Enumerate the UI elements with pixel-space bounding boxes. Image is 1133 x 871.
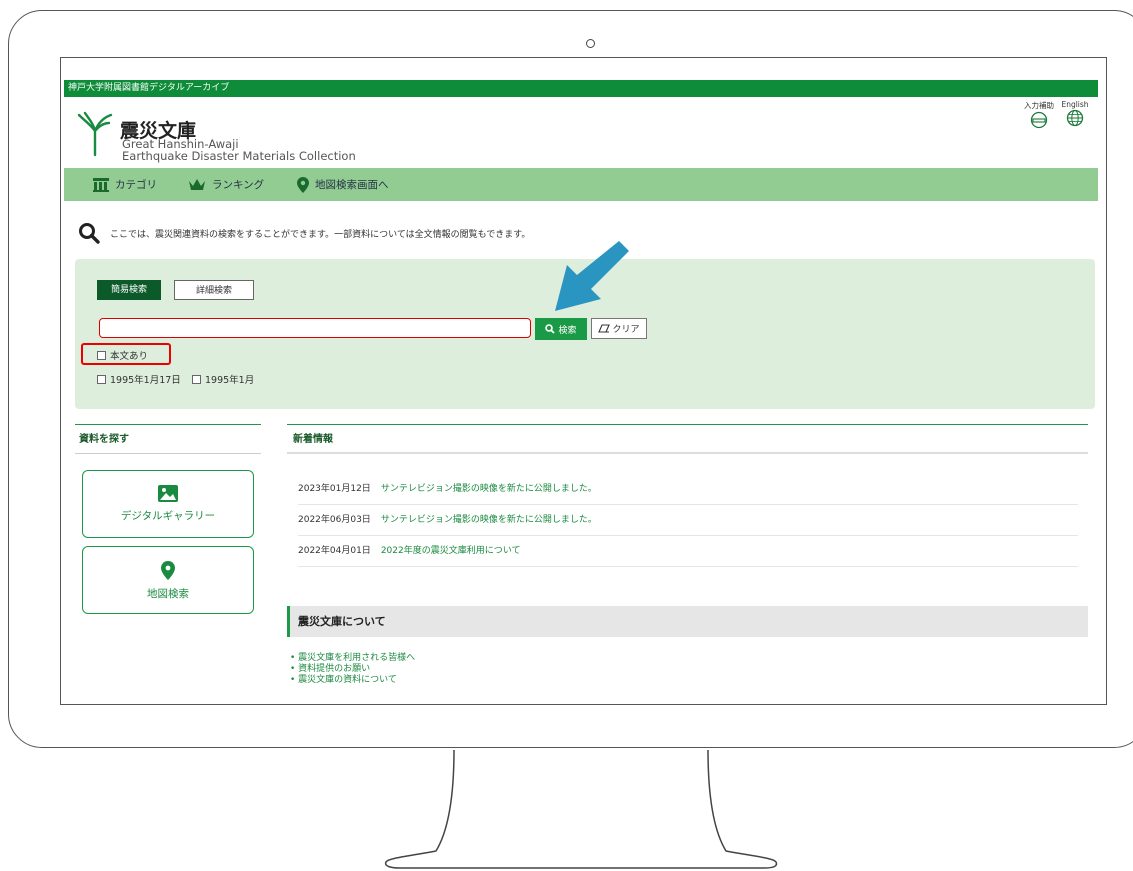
about-link-label: 資料提供のお願い xyxy=(298,664,371,674)
tab-simple-search[interactable]: 簡易検索 xyxy=(97,280,161,300)
about-link-label: 震災文庫の資料について xyxy=(298,675,397,685)
nav-item-label: 地図検索画面へ xyxy=(315,179,389,191)
news-link[interactable]: サンテレビジョン撮影の映像を新たに公開しました。 xyxy=(381,515,597,525)
nav-item-map[interactable]: 地図検索画面へ xyxy=(297,168,389,201)
search-button[interactable]: 検索 xyxy=(535,318,587,340)
news-item[interactable]: 2022年06月03日 サンテレビジョン撮影の映像を新たに公開しました。 xyxy=(298,505,1078,536)
site-subtitle-line2: Earthquake Disaster Materials Collection xyxy=(122,149,356,163)
input-assist-label: 入力補助 xyxy=(1024,101,1054,110)
sidebar-item-label: 地図検索 xyxy=(147,588,189,600)
arrow-down-left-icon xyxy=(555,241,629,311)
intro-text: ここでは、震災関連資料の検索をすることができます。一部資料については全文情報の閲… xyxy=(110,229,531,240)
search-button-label: 検索 xyxy=(558,325,577,336)
map-pin-icon xyxy=(161,561,175,580)
english-tool[interactable]: English xyxy=(1058,100,1092,129)
input-assist-tool[interactable]: 入力補助 xyxy=(1022,100,1056,131)
intro: ここでは、震災関連資料の検索をすることができます。一部資料については全文情報の閲… xyxy=(78,222,530,244)
image-icon xyxy=(158,485,178,502)
camera-icon xyxy=(586,39,595,48)
browser-screen: 神戸大学附属図書館デジタルアーカイブ 震災文庫 Great Hanshin-Aw… xyxy=(60,57,1107,705)
clear-button[interactable]: クリア xyxy=(591,318,647,339)
category-icon xyxy=(93,177,109,192)
nav-item-label: ランキング xyxy=(212,179,265,191)
tab-detail-search[interactable]: 詳細検索 xyxy=(174,280,254,300)
checkbox-date-199501[interactable]: 1995年1月 xyxy=(192,372,254,386)
about-links: • 震災文庫を利用される皆様へ • 資料提供のお願い • 震災文庫の資料について xyxy=(290,653,415,686)
nav-item-label: カテゴリ xyxy=(115,179,157,191)
nav-item-category[interactable]: カテゴリ xyxy=(93,168,157,201)
news-link[interactable]: 2022年度の震災文庫利用について xyxy=(381,546,521,556)
tool-links: 入力補助 English xyxy=(1022,100,1092,140)
globe-icon xyxy=(1066,109,1084,127)
news-date: 2022年04月01日 xyxy=(298,546,371,556)
site-subtitle: Great Hanshin-Awaji Earthquake Disaster … xyxy=(122,138,356,162)
sidebar-item-map-search[interactable]: 地図検索 xyxy=(82,546,254,614)
pointer-arrow xyxy=(551,237,631,319)
sidebar-heading: 資料を探す xyxy=(75,424,261,454)
main-nav: カテゴリ ランキング 地図検索画面へ xyxy=(64,168,1098,201)
checkbox-date-19950117[interactable]: 1995年1月17日 xyxy=(97,372,181,386)
checkbox-date1-label: 1995年1月17日 xyxy=(110,375,181,386)
checkbox-box[interactable] xyxy=(192,374,201,384)
news-heading: 新着情報 xyxy=(287,424,1088,454)
about-link[interactable]: • 資料提供のお願い xyxy=(290,664,415,675)
nav-item-ranking[interactable]: ランキング xyxy=(188,168,264,201)
about-link-label: 震災文庫を利用される皆様へ xyxy=(298,653,416,663)
english-label: English xyxy=(1061,100,1089,109)
logo-icon[interactable] xyxy=(75,111,115,161)
checkbox-date2-label: 1995年1月 xyxy=(205,375,255,386)
news-item[interactable]: 2023年01月12日 サンテレビジョン撮影の映像を新たに公開しました。 xyxy=(298,474,1078,505)
checkbox-box[interactable] xyxy=(97,374,106,384)
about-heading: 震災文庫について xyxy=(287,606,1088,637)
monitor-stand xyxy=(384,749,778,869)
news-link[interactable]: サンテレビジョン撮影の映像を新たに公開しました。 xyxy=(381,484,597,494)
news-item[interactable]: 2022年04月01日 2022年度の震災文庫利用について xyxy=(298,536,1078,567)
clear-button-label: クリア xyxy=(612,325,640,335)
about-link[interactable]: • 震災文庫の資料について xyxy=(290,675,415,686)
about-link[interactable]: • 震災文庫を利用される皆様へ xyxy=(290,653,415,664)
input-assist-icon xyxy=(1030,111,1048,129)
news-date: 2023年01月12日 xyxy=(298,484,371,494)
news-date: 2022年06月03日 xyxy=(298,515,371,525)
search-icon xyxy=(545,324,556,334)
top-bar: 神戸大学附属図書館デジタルアーカイブ xyxy=(64,80,1098,97)
eraser-icon xyxy=(598,324,611,333)
search-input[interactable] xyxy=(99,318,531,338)
search-icon xyxy=(79,223,100,244)
map-pin-icon xyxy=(297,176,309,193)
top-bar-label[interactable]: 神戸大学附属図書館デジタルアーカイブ xyxy=(68,83,229,93)
sidebar-item-label: デジタルギャラリー xyxy=(120,510,216,522)
crown-icon xyxy=(189,179,205,190)
highlight-fulltext-box xyxy=(81,343,171,365)
sidebar-item-gallery[interactable]: デジタルギャラリー xyxy=(82,470,254,538)
